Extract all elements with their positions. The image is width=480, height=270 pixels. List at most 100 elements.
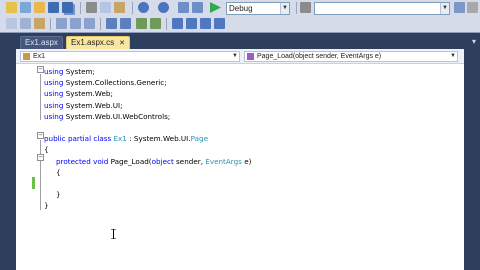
code-token: Ex1 [113,134,127,144]
code-editor[interactable]: Ex1 ▼ Page_Load(object sender, EventArgs… [16,49,464,270]
toolbar-separator [166,18,167,30]
new-project-icon[interactable] [6,2,17,13]
collapse-usings-icon[interactable]: − [37,66,44,73]
document-tab-strip: Ex1.aspx Ex1.aspx.cs ✕ ▾ [0,33,480,49]
chevron-down-icon: ▼ [450,53,456,59]
solution-configuration-value: Debug [229,4,253,13]
redo-icon[interactable] [158,2,169,13]
code-token: void [93,156,109,166]
code-token: : System.Web.UI. [126,134,191,144]
paste-icon[interactable] [114,2,125,13]
code-token: using [44,89,64,99]
tab-label: Ex1.aspx.cs [71,38,115,47]
code-line: } [56,189,61,200]
indicator-margin [16,65,32,270]
code-token: using [44,78,64,88]
member-select[interactable]: Page_Load(object sender, EventArgs e) ▼ [244,51,458,62]
class-select-value: Ex1 [33,53,46,60]
code-token: { [44,145,49,155]
code-token: class [93,134,112,144]
chevron-down-icon: ▼ [440,3,449,14]
decrease-indent-icon[interactable] [106,18,117,29]
save-all-icon[interactable] [62,2,73,13]
code-line: using System.Collections.Generic; [44,77,167,88]
chevron-down-icon: ▼ [280,3,289,14]
object-browser-icon[interactable] [6,18,17,29]
display-member-list-icon[interactable] [56,18,67,29]
code-text-area[interactable]: − − − using System; using System.Collecti… [16,65,448,270]
toolbar-separator [100,18,101,30]
start-debug-icon[interactable] [210,2,221,13]
next-bookmark-icon[interactable] [200,18,211,29]
code-line: using System.Web.UI.WebControls; [44,111,170,122]
quick-info-icon[interactable] [84,18,95,29]
tab-ex1-aspx-cs[interactable]: Ex1.aspx.cs ✕ [66,36,131,49]
outline-line [40,162,41,198]
code-token: using [44,67,64,76]
code-line: public partial class Ex1 : System.Web.UI… [44,133,208,144]
code-token: using [44,111,64,121]
active-files-dropdown-icon[interactable]: ▾ [472,37,476,46]
code-token: System.Web.UI; [63,100,123,110]
toolbox-icon[interactable] [20,18,31,29]
navigate-back-icon[interactable] [178,2,189,13]
tab-ex1-aspx[interactable]: Ex1.aspx [20,36,63,49]
open-icon[interactable] [34,2,45,13]
find-combo[interactable]: ▼ [314,2,450,15]
toolbar-separator [50,18,51,30]
code-token: System.Web; [63,89,113,99]
class-select[interactable]: Ex1 ▼ [20,51,240,62]
undo-icon[interactable] [138,2,149,13]
navigate-forward-icon[interactable] [192,2,203,13]
code-line: { [44,144,49,155]
outline-line [40,74,41,120]
code-token: } [44,201,49,211]
code-token: sender, [173,156,206,166]
save-icon[interactable] [48,2,59,13]
code-token: object [151,156,174,166]
properties-icon[interactable] [467,2,478,13]
method-icon [247,53,254,60]
code-line: { [56,167,61,178]
code-token: partial [67,134,92,144]
find-icon [300,2,311,13]
comment-out-icon[interactable] [136,18,147,29]
code-token: { [56,167,61,177]
code-line: using System.Web.UI; [44,100,123,111]
collapse-method-icon[interactable]: − [37,154,44,161]
add-item-icon[interactable] [20,2,31,13]
text-cursor-icon [111,229,116,239]
member-select-value: Page_Load(object sender, EventArgs e) [257,53,382,60]
close-icon[interactable]: ✕ [119,40,125,47]
code-token: Page [190,134,208,144]
solution-configuration-select[interactable]: Debug ▼ [226,2,290,15]
clear-bookmarks-icon[interactable] [214,18,225,29]
bookmark-icon[interactable] [172,18,183,29]
main-toolbar: Debug ▼ ▼ [0,0,480,33]
code-token: Page_Load( [108,156,152,166]
code-token: using [44,100,64,110]
code-token: System.Web.UI.WebControls; [63,111,171,121]
solution-explorer-icon[interactable] [454,2,465,13]
parameter-info-icon[interactable] [70,18,81,29]
navigation-bar: Ex1 ▼ Page_Load(object sender, EventArgs… [16,49,464,64]
code-token: System; [63,67,95,76]
right-dock-edge [464,49,480,270]
uncomment-icon[interactable] [150,18,161,29]
code-token: e) [241,156,252,166]
class-icon [23,53,30,60]
code-token: public [44,134,66,144]
code-line: using System.Web; [44,88,113,99]
code-token: System.Collections.Generic; [63,78,167,88]
code-token: EventArgs [205,156,242,166]
copy-icon[interactable] [100,2,111,13]
increase-indent-icon[interactable] [120,18,131,29]
change-tracking-bar [32,177,35,189]
collapse-class-icon[interactable]: − [37,132,44,139]
code-line: protected void Page_Load(object sender, … [56,156,251,167]
previous-bookmark-icon[interactable] [186,18,197,29]
toolbar-separator [296,2,297,14]
cut-icon[interactable] [86,2,97,13]
start-page-icon[interactable] [34,18,45,29]
code-token: } [56,190,61,200]
